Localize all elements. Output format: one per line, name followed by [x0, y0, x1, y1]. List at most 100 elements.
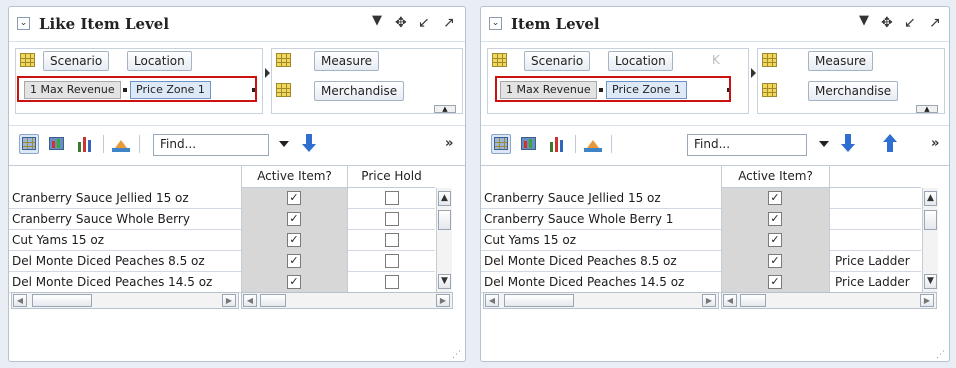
checkbox[interactable]: ✓ [768, 275, 782, 289]
table-row[interactable]: Cut Yams 15 oz ✓ [481, 230, 921, 251]
column-header-blank[interactable] [829, 166, 921, 188]
checkbox[interactable]: ✓ [287, 275, 301, 289]
area-chart-icon[interactable] [111, 134, 131, 154]
checkbox[interactable]: ✓ [768, 254, 782, 268]
table-row[interactable]: Del Monte Diced Peaches 14.5 oz ✓ Price … [481, 272, 921, 293]
active-item-cell[interactable]: ✓ [241, 251, 347, 272]
more-tools-icon[interactable]: » [445, 136, 453, 151]
resize-grip-icon[interactable]: ⋰ [936, 350, 945, 360]
table-row[interactable]: Cranberry Sauce Whole Berry ✓ [9, 209, 435, 230]
table-row[interactable]: Cut Yams 15 oz ✓ [9, 230, 435, 251]
area-chart-icon[interactable] [583, 134, 603, 154]
find-dropdown-icon[interactable] [819, 141, 829, 147]
scroll-up-button[interactable]: ▲ [916, 105, 938, 113]
checkbox[interactable] [385, 191, 399, 205]
checkbox[interactable] [385, 212, 399, 226]
bar-chart-icon[interactable] [75, 134, 95, 154]
find-input[interactable]: Find... [153, 134, 269, 156]
merchandise-dimension-button[interactable]: Merchandise [808, 81, 899, 101]
table-row[interactable]: Del Monte Diced Peaches 14.5 oz ✓ [9, 272, 435, 293]
checkbox[interactable]: ✓ [768, 191, 782, 205]
scroll-thumb[interactable] [260, 294, 286, 307]
active-item-cell[interactable]: ✓ [241, 272, 347, 293]
expand-arrow-icon[interactable] [751, 68, 756, 78]
find-dropdown-icon[interactable] [279, 141, 289, 147]
row-header-horizontal-scrollbar[interactable]: ◀ ▶ [483, 292, 719, 309]
scroll-left-button[interactable]: ◀ [13, 294, 27, 307]
scroll-right-button[interactable]: ▶ [920, 294, 934, 307]
find-next-down-icon[interactable] [841, 134, 855, 154]
expand-arrow-icon[interactable] [265, 68, 270, 78]
find-previous-up-icon[interactable] [883, 134, 897, 154]
maximize-icon[interactable]: ↗ [929, 15, 941, 31]
active-item-cell[interactable]: ✓ [241, 188, 347, 209]
scroll-up-button[interactable]: ▲ [438, 191, 451, 206]
checkbox[interactable]: ✓ [287, 191, 301, 205]
scroll-right-button[interactable]: ▶ [702, 294, 716, 307]
location-dimension-button[interactable]: Location [608, 51, 673, 71]
text-cell[interactable] [829, 209, 921, 230]
text-cell[interactable] [829, 230, 921, 251]
active-item-cell[interactable]: ✓ [721, 188, 829, 209]
text-cell[interactable]: Price Ladder [829, 272, 921, 293]
active-item-cell[interactable]: ✓ [241, 230, 347, 251]
active-item-cell[interactable]: ✓ [721, 272, 829, 293]
text-cell[interactable] [829, 188, 921, 209]
vertical-scrollbar[interactable]: ▲ ▼ [436, 188, 452, 292]
vertical-scrollbar[interactable]: ▲ ▼ [922, 188, 938, 292]
scroll-up-button[interactable]: ▲ [434, 105, 456, 113]
active-item-cell[interactable]: ✓ [241, 209, 347, 230]
move-icon[interactable]: ✥ [395, 15, 407, 31]
checkbox[interactable]: ✓ [287, 254, 301, 268]
bar-chart-icon[interactable] [547, 134, 567, 154]
scroll-thumb[interactable] [504, 294, 574, 307]
checkbox[interactable] [385, 254, 399, 268]
collapse-icon[interactable]: ⌄ [489, 17, 502, 30]
table-view-icon[interactable] [19, 134, 39, 154]
checkbox[interactable]: ✓ [768, 212, 782, 226]
price-hold-cell[interactable] [347, 251, 435, 272]
active-item-cell[interactable]: ✓ [721, 251, 829, 272]
scroll-left-button[interactable]: ◀ [485, 294, 499, 307]
scroll-thumb[interactable] [32, 294, 92, 307]
text-cell[interactable]: Price Ladder [829, 251, 921, 272]
checkbox[interactable]: ✓ [768, 233, 782, 247]
column-header-active-item[interactable]: Active Item? [721, 166, 829, 188]
scroll-right-button[interactable]: ▶ [436, 294, 450, 307]
collapse-arrow-icon[interactable]: K [712, 53, 720, 67]
maximize-icon[interactable]: ↗ [443, 15, 455, 31]
table-row[interactable]: Del Monte Diced Peaches 8.5 oz ✓ Price L… [481, 251, 921, 272]
checkbox[interactable]: ✓ [287, 233, 301, 247]
measure-dimension-button[interactable]: Measure [808, 51, 873, 71]
checkbox[interactable] [385, 275, 399, 289]
scroll-thumb[interactable] [438, 210, 451, 230]
scroll-left-button[interactable]: ◀ [243, 294, 257, 307]
scroll-right-button[interactable]: ▶ [222, 294, 236, 307]
column-header-price-hold[interactable]: Price Hold [347, 166, 435, 188]
price-hold-cell[interactable] [347, 272, 435, 293]
row-header-horizontal-scrollbar[interactable]: ◀ ▶ [11, 292, 239, 309]
scroll-thumb[interactable] [740, 294, 766, 307]
find-next-down-icon[interactable] [302, 134, 316, 154]
location-dimension-button[interactable]: Location [127, 51, 192, 71]
measure-dimension-button[interactable]: Measure [314, 51, 379, 71]
panel-menu-dropdown-icon[interactable]: ▼ [372, 13, 382, 28]
scenario-dimension-button[interactable]: Scenario [524, 51, 591, 71]
more-tools-icon[interactable]: » [931, 136, 939, 151]
price-hold-cell[interactable] [347, 230, 435, 251]
scenario-dimension-button[interactable]: Scenario [43, 51, 110, 71]
scroll-down-button[interactable]: ▼ [924, 274, 937, 289]
minimize-icon[interactable]: ↙ [904, 15, 916, 31]
active-item-cell[interactable]: ✓ [721, 230, 829, 251]
panel-menu-dropdown-icon[interactable]: ▼ [859, 13, 869, 28]
price-hold-cell[interactable] [347, 188, 435, 209]
scroll-down-button[interactable]: ▼ [438, 274, 451, 289]
table-row[interactable]: Del Monte Diced Peaches 8.5 oz ✓ [9, 251, 435, 272]
price-hold-cell[interactable] [347, 209, 435, 230]
active-item-cell[interactable]: ✓ [721, 209, 829, 230]
chart-table-icon[interactable] [519, 134, 539, 154]
chart-table-icon[interactable] [47, 134, 67, 154]
table-row[interactable]: Cranberry Sauce Whole Berry 1 ✓ [481, 209, 921, 230]
checkbox[interactable] [385, 233, 399, 247]
scroll-thumb[interactable] [924, 210, 937, 230]
